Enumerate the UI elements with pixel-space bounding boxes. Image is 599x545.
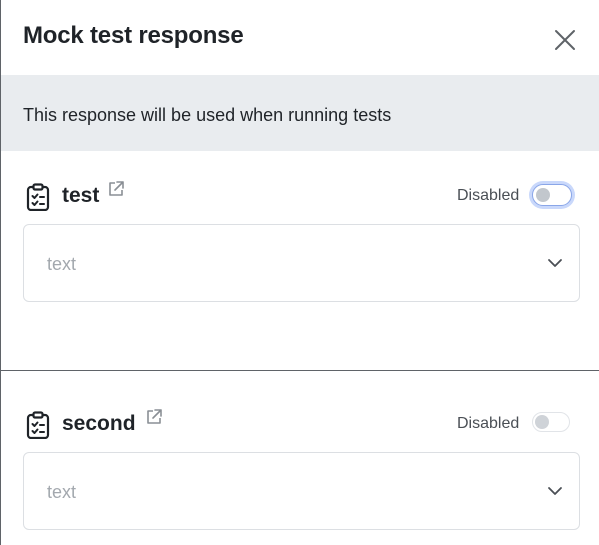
panel-header: Mock test response bbox=[1, 0, 599, 75]
info-banner: This response will be used when running … bbox=[1, 75, 599, 151]
select-value: text bbox=[47, 482, 77, 502]
clipboard-checklist-icon bbox=[26, 411, 50, 439]
toggle-status-label: Disabled bbox=[457, 415, 520, 432]
select-value: text bbox=[47, 254, 77, 274]
toggle-knob bbox=[535, 415, 549, 429]
field-name: second bbox=[62, 412, 136, 435]
field-section-second: second Disabled text bbox=[1, 372, 599, 545]
close-icon bbox=[555, 30, 575, 50]
chevron-down-icon bbox=[548, 487, 562, 495]
clipboard-checklist-icon bbox=[26, 183, 50, 211]
info-banner-text: This response will be used when running … bbox=[23, 105, 392, 125]
mock-test-response-panel: Mock test response This response will be… bbox=[0, 0, 599, 545]
field-section-test: test Disabled text bbox=[1, 151, 599, 371]
response-select[interactable]: text bbox=[23, 224, 580, 302]
enable-toggle[interactable] bbox=[532, 184, 572, 206]
close-button[interactable] bbox=[549, 24, 581, 56]
panel-title: Mock test response bbox=[23, 22, 244, 49]
response-select[interactable]: text bbox=[23, 452, 580, 530]
toggle-status-label: Disabled bbox=[457, 187, 520, 204]
external-link-icon[interactable] bbox=[107, 180, 125, 198]
chevron-down-icon bbox=[548, 259, 562, 267]
field-name: test bbox=[62, 184, 100, 207]
external-link-icon[interactable] bbox=[145, 408, 163, 426]
toggle-knob bbox=[536, 188, 550, 202]
enable-toggle[interactable] bbox=[532, 412, 570, 432]
